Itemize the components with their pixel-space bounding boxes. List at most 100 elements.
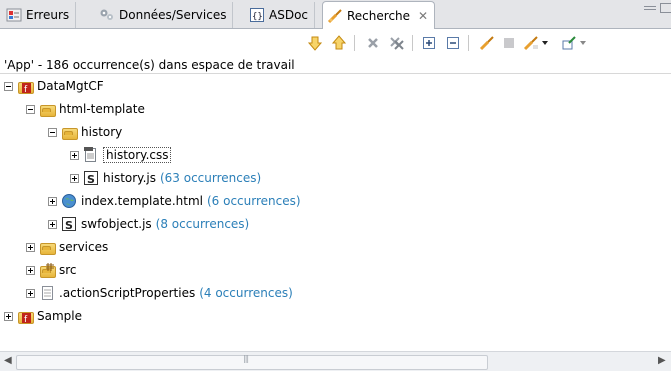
node-label: index.template.html	[81, 194, 203, 208]
script-file-icon: S	[83, 170, 99, 186]
node-label: DataMgtCF	[37, 79, 104, 93]
tab-label: Erreurs	[26, 8, 70, 22]
view-tab-bar: Erreurs Données/Services {} ASDoc Recher…	[0, 0, 671, 29]
expand-toggle[interactable]	[4, 311, 13, 321]
collapse-toggle[interactable]	[48, 127, 57, 137]
occurrence-count: (8 occurrences)	[155, 217, 250, 231]
cancel-search-icon	[479, 36, 494, 51]
svg-text:{}: {}	[252, 12, 263, 22]
occurrence-count: (4 occurrences)	[199, 286, 293, 300]
node-label: Sample	[37, 309, 82, 323]
node-label: html-template	[59, 102, 145, 116]
arrow-down-icon	[307, 36, 323, 51]
collapse-all-button[interactable]	[444, 34, 462, 52]
toolbar-separator	[468, 35, 469, 51]
node-label: history.css	[103, 147, 172, 163]
node-label: src	[59, 263, 77, 277]
tab-errors[interactable]: Erreurs	[2, 2, 77, 28]
minimize-icon[interactable]	[644, 6, 656, 10]
tab-label: ASDoc	[269, 8, 309, 22]
expand-toggle[interactable]	[48, 196, 57, 206]
occurrence-count: (6 occurrences)	[206, 194, 301, 208]
remove-all-icon	[390, 37, 404, 50]
tab-label: Données/Services	[119, 8, 227, 22]
data-services-icon	[99, 7, 115, 23]
node-label: services	[59, 240, 109, 254]
remove-selected-button[interactable]	[364, 34, 382, 52]
tree-node-datamgtcf[interactable]: f DataMgtCF	[4, 75, 104, 97]
previous-match-button[interactable]	[330, 34, 348, 52]
collapse-toggle[interactable]	[4, 81, 13, 91]
tree-node-swfobject[interactable]: S swfobject.js (8 occurrences)	[48, 213, 249, 235]
view-menu-dropdown[interactable]	[578, 34, 588, 52]
occurrence-count: (63 occurrences)	[159, 171, 262, 185]
flex-project-icon: f	[17, 308, 34, 325]
search-status-text: 'App' - 186 occurrence(s) dans espace de…	[0, 56, 671, 74]
pin-icon	[562, 36, 576, 50]
cancel-search-button[interactable]	[478, 34, 496, 52]
tab-asdoc[interactable]: {} ASDoc	[245, 2, 316, 28]
remove-icon	[368, 38, 378, 48]
expand-toggle[interactable]	[70, 150, 79, 160]
expand-toggle[interactable]	[70, 173, 79, 183]
tree-node-html-template[interactable]: html-template	[26, 98, 145, 120]
scroll-right-icon[interactable]: ▶	[658, 355, 666, 366]
toolbar-separator	[354, 35, 355, 51]
expand-all-icon	[423, 37, 435, 49]
css-file-icon	[83, 147, 99, 163]
stop-icon	[504, 38, 514, 48]
search-history-icon	[523, 36, 538, 51]
tree-node-src[interactable]: src	[26, 259, 77, 281]
asdoc-icon: {}	[249, 7, 265, 23]
tree-node-sample[interactable]: f Sample	[4, 305, 82, 327]
remove-all-button[interactable]	[388, 34, 406, 52]
expand-toggle[interactable]	[26, 242, 35, 252]
svg-text:S: S	[87, 173, 95, 186]
expand-toggle[interactable]	[26, 288, 35, 298]
folder-open-icon	[61, 124, 78, 140]
toolbar-separator	[412, 35, 413, 51]
chevron-down-icon	[542, 41, 548, 45]
expand-toggle[interactable]	[48, 219, 57, 229]
node-label: swfobject.js	[81, 217, 152, 231]
previous-searches-dropdown[interactable]	[540, 34, 550, 52]
chevron-down-icon	[580, 41, 586, 45]
next-match-button[interactable]	[306, 34, 324, 52]
arrow-up-icon	[331, 35, 347, 50]
node-label: .actionScriptProperties	[59, 286, 196, 300]
tree-node-actionscript-properties[interactable]: .actionScriptProperties (4 occurrences)	[26, 282, 293, 304]
svg-text:S: S	[65, 219, 73, 232]
search-toolbar	[0, 29, 671, 56]
search-results-tree: f DataMgtCF html-template history histor…	[0, 75, 671, 351]
pin-view-button[interactable]	[560, 34, 578, 52]
scrollbar-thumb[interactable]	[16, 354, 488, 370]
node-label: history	[81, 125, 123, 139]
tab-search[interactable]: Recherche ✕	[322, 1, 436, 29]
stop-button[interactable]	[500, 34, 518, 52]
source-folder-icon	[39, 262, 56, 278]
close-tab-icon[interactable]: ✕	[418, 9, 428, 23]
horizontal-scrollbar[interactable]: ◀ ▶	[0, 351, 671, 371]
folder-icon	[39, 239, 56, 255]
tab-data-services[interactable]: Données/Services	[95, 2, 234, 28]
expand-toggle[interactable]	[26, 265, 35, 275]
tree-node-history-css[interactable]: history.css	[70, 144, 172, 166]
tree-node-history-folder[interactable]: history	[48, 121, 122, 143]
html-file-icon	[61, 193, 77, 209]
problems-icon	[6, 7, 22, 23]
node-label: history.js	[103, 171, 156, 185]
maximize-icon[interactable]	[660, 3, 671, 13]
collapse-toggle[interactable]	[26, 104, 35, 114]
script-file-icon: S	[61, 216, 77, 232]
tab-label: Recherche	[347, 8, 411, 23]
expand-all-button[interactable]	[420, 34, 438, 52]
folder-open-icon	[39, 101, 56, 117]
tree-node-services[interactable]: services	[26, 236, 108, 258]
flex-project-icon: f	[17, 78, 34, 95]
scroll-left-icon[interactable]: ◀	[4, 355, 12, 366]
previous-searches-button[interactable]	[522, 34, 540, 52]
tree-node-history-js[interactable]: S history.js (63 occurrences)	[70, 167, 261, 189]
search-icon	[327, 8, 343, 24]
tree-node-index-template[interactable]: index.template.html (6 occurrences)	[48, 190, 301, 212]
collapse-all-icon	[447, 37, 459, 49]
